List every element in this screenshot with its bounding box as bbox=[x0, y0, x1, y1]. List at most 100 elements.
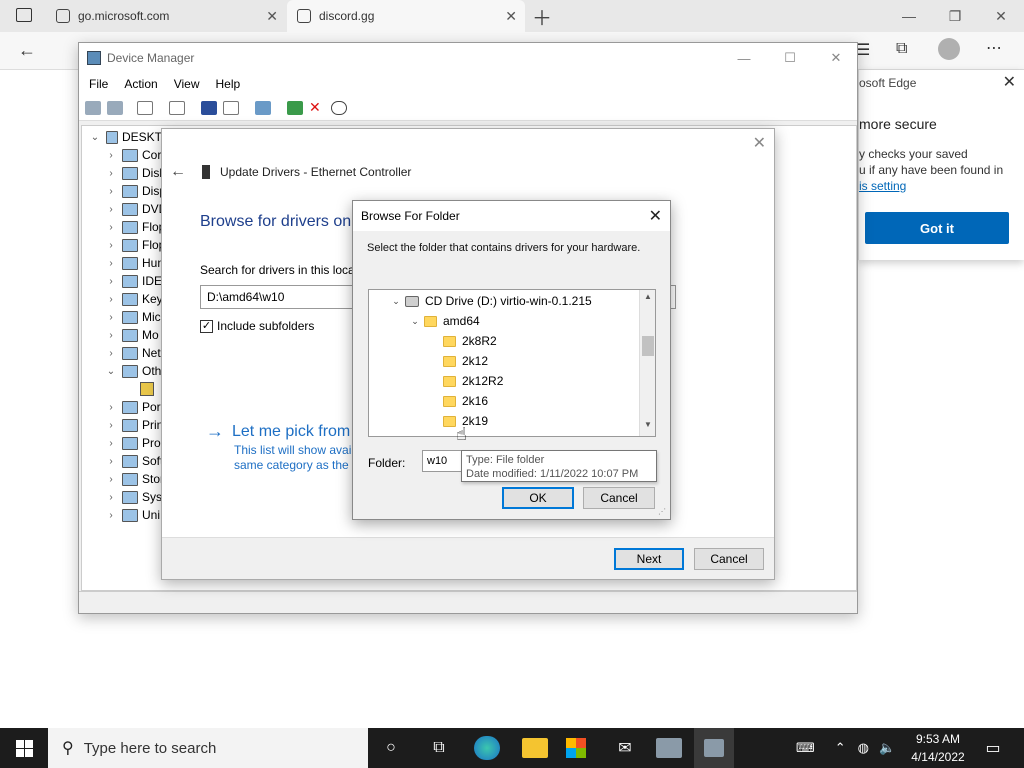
details-icon[interactable] bbox=[223, 101, 239, 115]
forward-icon[interactable] bbox=[107, 101, 123, 115]
more-icon[interactable]: ⋯ bbox=[986, 38, 1002, 58]
device-category[interactable]: › Disp bbox=[104, 182, 166, 200]
warning-device-icon[interactable] bbox=[140, 382, 154, 396]
folder-row[interactable]: 2k12 bbox=[425, 351, 488, 371]
keyboard-icon[interactable]: ⌨ bbox=[796, 740, 815, 756]
chevron-right-icon[interactable]: › bbox=[104, 276, 118, 287]
file-explorer-icon[interactable] bbox=[522, 738, 548, 758]
menu-view[interactable]: View bbox=[168, 77, 206, 91]
volume-icon[interactable]: 🔈 bbox=[879, 740, 895, 756]
maximize-icon[interactable]: ☐ bbox=[767, 43, 813, 73]
folder-row[interactable]: ⌄ CD Drive (D:) virtio-win-0.1.215 bbox=[387, 291, 591, 311]
device-category[interactable]: › Prin bbox=[104, 416, 163, 434]
device-category[interactable]: › Hun bbox=[104, 254, 164, 272]
vertical-scrollbar[interactable]: ▲ ▼ bbox=[639, 290, 655, 436]
chevron-down-icon[interactable]: ⌄ bbox=[406, 316, 424, 327]
uninstall-icon[interactable]: ✕ bbox=[309, 100, 325, 115]
chevron-right-icon[interactable]: › bbox=[104, 240, 118, 251]
scroll-up-icon[interactable]: ▲ bbox=[640, 292, 655, 306]
enable-device-icon[interactable] bbox=[331, 101, 347, 115]
chevron-down-icon[interactable]: ⌄ bbox=[104, 366, 118, 377]
scroll-down-icon[interactable]: ▼ bbox=[640, 420, 655, 434]
collections-icon[interactable]: ⧉ bbox=[896, 40, 907, 58]
chevron-right-icon[interactable]: › bbox=[104, 420, 118, 431]
chevron-right-icon[interactable]: › bbox=[104, 186, 118, 197]
folder-row[interactable]: 2k12R2 bbox=[425, 371, 503, 391]
device-category[interactable]: › Stor bbox=[104, 470, 164, 488]
menu-file[interactable]: File bbox=[83, 77, 114, 91]
resize-grip-icon[interactable]: ⋰ bbox=[658, 507, 668, 517]
tab-discord[interactable]: discord.gg ✕ bbox=[287, 0, 525, 32]
device-category[interactable]: › Flop bbox=[104, 218, 165, 236]
folder-row[interactable]: 2k16 bbox=[425, 391, 488, 411]
chevron-right-icon[interactable]: › bbox=[104, 474, 118, 485]
back-icon[interactable] bbox=[85, 101, 101, 115]
clock[interactable]: 9:53 AM 4/14/2022 bbox=[906, 730, 970, 766]
close-icon[interactable]: ✕ bbox=[753, 133, 766, 153]
close-tab-icon[interactable]: ✕ bbox=[266, 8, 278, 25]
back-icon[interactable]: ← bbox=[18, 40, 36, 61]
taskbar-search[interactable]: ⚲ Type here to search bbox=[48, 728, 368, 768]
device-category[interactable]: › Por bbox=[104, 398, 160, 416]
close-tab-icon[interactable]: ✕ bbox=[505, 8, 517, 25]
chevron-down-icon[interactable]: ⌄ bbox=[387, 296, 405, 307]
chevron-right-icon[interactable]: › bbox=[104, 456, 118, 467]
properties-icon[interactable] bbox=[137, 101, 153, 115]
minimize-icon[interactable]: — bbox=[721, 43, 767, 73]
close-icon[interactable]: ✕ bbox=[649, 206, 662, 226]
chevron-right-icon[interactable]: › bbox=[104, 204, 118, 215]
device-category[interactable]: › Mic bbox=[104, 308, 160, 326]
menu-action[interactable]: Action bbox=[118, 77, 163, 91]
device-category[interactable]: › Flop bbox=[104, 236, 165, 254]
device-category[interactable]: › Soft bbox=[104, 452, 163, 470]
new-tab-button[interactable]: ＋ bbox=[532, 0, 556, 32]
close-icon[interactable]: ✕ bbox=[1003, 72, 1016, 92]
network-icon[interactable]: ◍ bbox=[858, 740, 869, 756]
tab-go-microsoft[interactable]: go.microsoft.com ✕ bbox=[46, 0, 286, 32]
chevron-up-icon[interactable]: ⌃ bbox=[835, 740, 846, 756]
cancel-button[interactable]: Cancel bbox=[694, 548, 764, 570]
device-category[interactable]: › IDE bbox=[104, 272, 162, 290]
chevron-down-icon[interactable]: ⌄ bbox=[88, 132, 102, 143]
device-category[interactable]: › Pro bbox=[104, 434, 160, 452]
chevron-right-icon[interactable]: › bbox=[104, 222, 118, 233]
got-it-button[interactable]: Got it bbox=[865, 212, 1009, 244]
next-button[interactable]: Next bbox=[614, 548, 684, 570]
cancel-button[interactable]: Cancel bbox=[583, 487, 655, 509]
chevron-right-icon[interactable]: › bbox=[104, 510, 118, 521]
update-driver-icon[interactable] bbox=[287, 101, 303, 115]
start-button[interactable] bbox=[0, 728, 48, 768]
chevron-right-icon[interactable]: › bbox=[104, 330, 118, 341]
task-view-icon[interactable]: ⧉ bbox=[426, 736, 452, 760]
store-icon[interactable] bbox=[566, 738, 586, 758]
minimize-icon[interactable]: — bbox=[886, 0, 932, 32]
mail-icon[interactable]: ✉ bbox=[612, 736, 638, 760]
cortana-icon[interactable]: ○ bbox=[378, 736, 404, 760]
device-category[interactable]: ⌄ Oth bbox=[104, 362, 162, 380]
chevron-right-icon[interactable]: › bbox=[104, 150, 118, 161]
chevron-right-icon[interactable]: › bbox=[104, 492, 118, 503]
chevron-right-icon[interactable]: › bbox=[104, 348, 118, 359]
scroll-thumb[interactable] bbox=[642, 336, 654, 356]
close-window-icon[interactable]: ✕ bbox=[978, 0, 1024, 32]
restore-icon[interactable]: ❐ bbox=[932, 0, 978, 32]
help-icon[interactable] bbox=[201, 101, 217, 115]
device-category[interactable]: › Key bbox=[104, 290, 162, 308]
back-icon[interactable]: ← bbox=[170, 163, 186, 181]
chevron-right-icon[interactable]: › bbox=[104, 312, 118, 323]
chevron-right-icon[interactable]: › bbox=[104, 402, 118, 413]
notification-icon[interactable]: ▭ bbox=[980, 736, 1006, 760]
ok-button[interactable]: OK bbox=[502, 487, 574, 509]
device-category[interactable]: › Cor bbox=[104, 146, 161, 164]
profile-avatar-icon[interactable] bbox=[938, 38, 960, 60]
folder-row[interactable]: 2k8R2 bbox=[425, 331, 497, 351]
device-manager-active-icon[interactable] bbox=[694, 728, 734, 768]
device-category[interactable]: › Uni bbox=[104, 506, 160, 524]
popup-link[interactable]: is setting bbox=[859, 178, 1024, 194]
checkbox-checked-icon[interactable]: ✓ bbox=[200, 319, 213, 333]
device-category[interactable]: › Net bbox=[104, 344, 160, 362]
include-subfolders[interactable]: ✓ Include subfolders bbox=[200, 319, 314, 333]
device-category[interactable]: › Disk bbox=[104, 164, 165, 182]
device-category[interactable]: › DVD bbox=[104, 200, 167, 218]
device-category[interactable]: › Mo bbox=[104, 326, 158, 344]
